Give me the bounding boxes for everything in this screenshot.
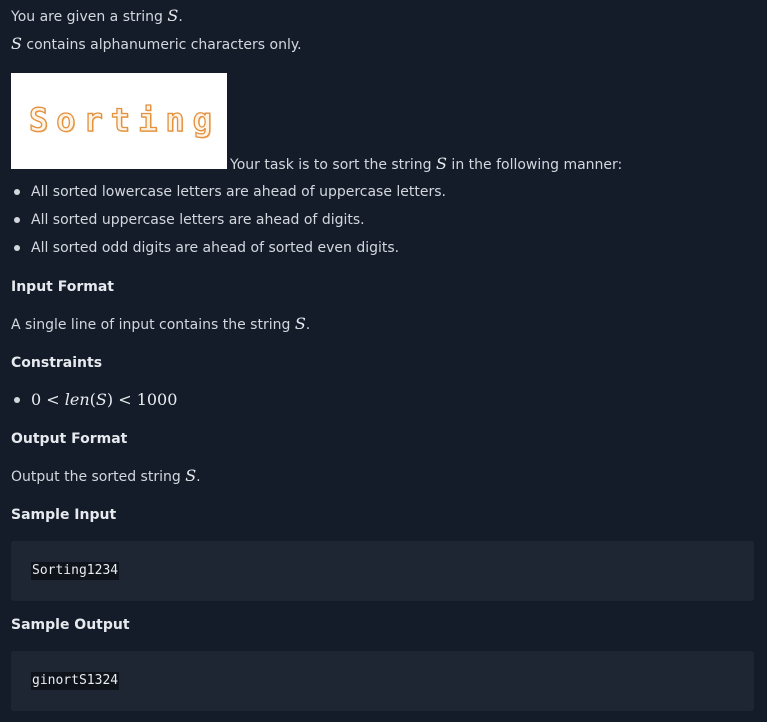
rule-text: All sorted lowercase letters are ahead o… (31, 184, 447, 200)
math-var-s: S (436, 154, 447, 173)
bullet-icon (14, 245, 20, 251)
task-text: in the following manner: (446, 157, 623, 173)
input-format-heading: Input Format (11, 279, 114, 295)
constraint-expr-d: S (95, 390, 107, 409)
math-var-s: S (294, 314, 306, 333)
bullet-icon (14, 397, 20, 403)
math-var-s: S (185, 466, 197, 485)
sample-output-heading: Sample Output (11, 617, 130, 633)
output-format-period: . (196, 469, 201, 485)
constraints-list: 0 < len(S) < 1000 (11, 390, 177, 418)
intro-line-2: S contains alphanumeric characters only. (11, 34, 302, 55)
problem-statement: You are given a string S. S contains alp… (0, 0, 767, 722)
list-item: All sorted lowercase letters are ahead o… (11, 182, 446, 210)
list-item: All sorted odd digits are ahead of sorte… (11, 238, 446, 266)
sample-output-code: ginortS1324 (31, 672, 120, 690)
rule-text: All sorted odd digits are ahead of sorte… (31, 240, 400, 256)
sample-output-codeblock: ginortS1324 (11, 651, 754, 711)
input-format-sentence: A single line of input contains the stri… (11, 317, 295, 333)
bullet-icon (14, 189, 20, 195)
intro-line-1: You are given a string S. (11, 6, 183, 27)
output-format-sentence: Output the sorted string (11, 469, 186, 485)
sample-input-codeblock: Sorting1234 (11, 541, 754, 601)
sample-input-heading: Sample Input (11, 507, 117, 523)
task-text: Your task is to sort the string (230, 157, 437, 173)
constraints-heading: Constraints (11, 355, 103, 371)
bullet-icon (14, 217, 20, 223)
task-description: Your task is to sort the string S in the… (230, 154, 622, 175)
intro-text: You are given a string (11, 9, 168, 25)
sort-rules-list: All sorted lowercase letters are ahead o… (11, 182, 446, 266)
list-item: 0 < len(S) < 1000 (11, 390, 177, 418)
math-var-s: S (11, 34, 22, 53)
math-var-s: S (167, 6, 179, 25)
sorting-banner-image: Sorting (11, 73, 227, 169)
input-format-text: A single line of input contains the stri… (11, 314, 310, 335)
rule-text: All sorted uppercase letters are ahead o… (31, 212, 365, 228)
list-item: All sorted uppercase letters are ahead o… (11, 210, 446, 238)
sample-input-code: Sorting1234 (31, 562, 120, 580)
constraint-expr-e: ) < 1000 (106, 390, 178, 409)
constraint-expr-a: 0 < (31, 390, 65, 409)
constraint-expr-b: len (64, 390, 90, 409)
intro-text: contains alphanumeric characters only. (21, 37, 302, 53)
banner-title: Sorting (28, 100, 220, 139)
output-format-text: Output the sorted string S. (11, 466, 201, 487)
intro-period: . (178, 9, 183, 25)
input-format-period: . (305, 317, 311, 333)
output-format-heading: Output Format (11, 431, 128, 447)
